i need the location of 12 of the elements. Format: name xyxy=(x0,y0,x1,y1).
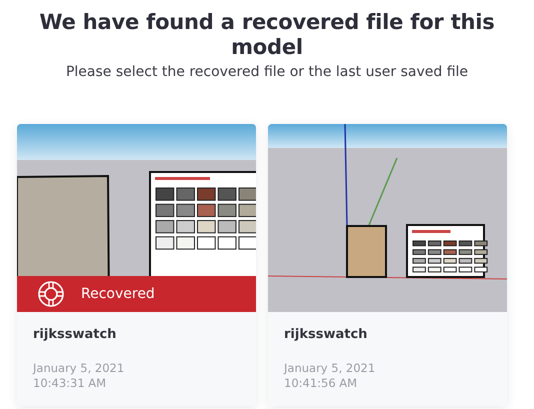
file-date: January 5, 2021 xyxy=(33,360,126,376)
file-card[interactable]: Recovered rijksswatch January 5, 2021 10:43:31 AM xyxy=(17,124,256,406)
recovered-label: Recovered xyxy=(81,284,155,304)
file-time: 10:43:31 AM xyxy=(33,376,108,392)
file-name: rijksswatch xyxy=(33,326,118,344)
file-time: 10:41:56 AM xyxy=(284,376,358,392)
dialog-title: We have found a recovered file for this model xyxy=(38,10,496,60)
dialog-subtitle: Please select the recovered file or the last user saved file xyxy=(64,63,470,82)
file-card[interactable]: rijksswatch January 5, 2021 10:41:56 AM xyxy=(268,124,507,406)
file-date: January 5, 2021 xyxy=(284,360,376,376)
lifebuoy-icon xyxy=(37,280,65,308)
file-name: rijksswatch xyxy=(284,326,368,344)
